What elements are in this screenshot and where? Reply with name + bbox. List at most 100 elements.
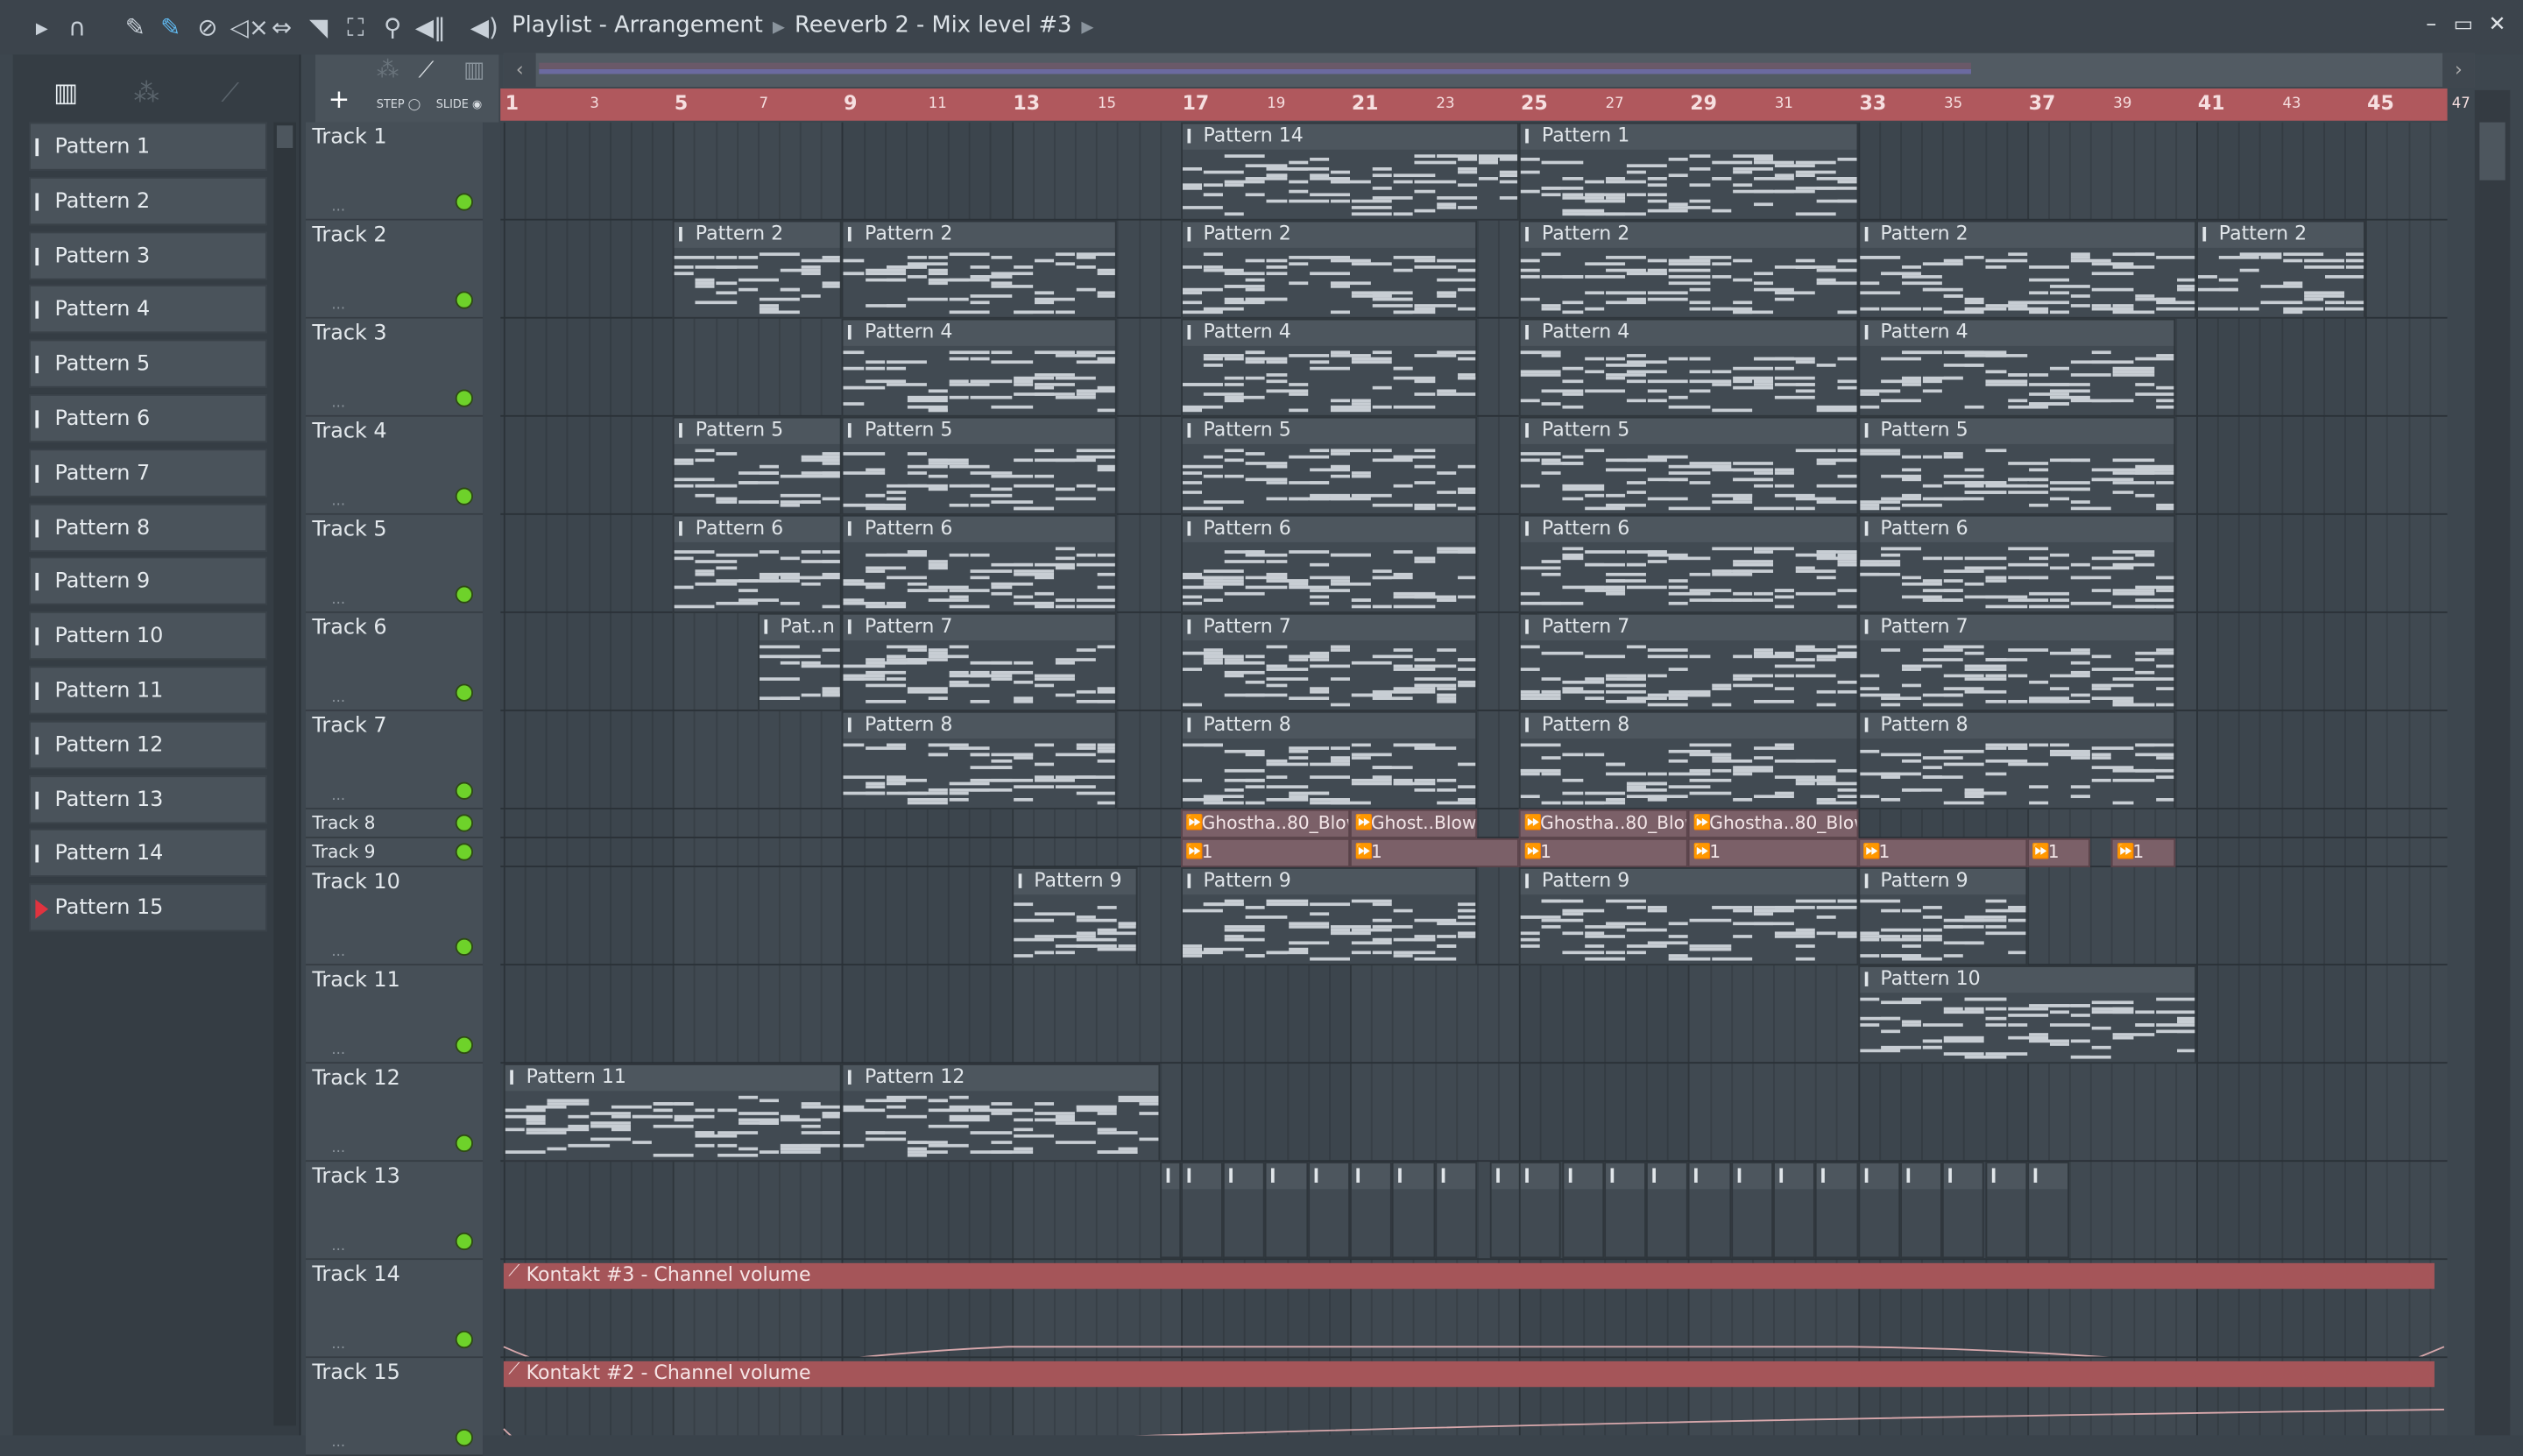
pencil-icon[interactable]: ✎ (121, 13, 150, 42)
pattern-list-item[interactable]: Pattern 5 (29, 339, 267, 388)
pattern-clip[interactable]: Pattern 4 (842, 318, 1118, 417)
track-options-icon[interactable]: ... (331, 592, 345, 608)
automation-curve[interactable] (500, 1289, 2447, 1357)
pattern-clip[interactable]: Pattern 6 (1519, 514, 1858, 613)
mini-pattern-clip[interactable] (1180, 1162, 1224, 1259)
pattern-clip[interactable]: Pattern 8 (1180, 710, 1477, 809)
pattern-list-item[interactable]: Pattern 2 (29, 176, 267, 225)
mini-pattern-clip[interactable] (1942, 1162, 1985, 1259)
track-enable-led[interactable] (455, 389, 473, 407)
track-options-icon[interactable]: ... (331, 1435, 345, 1451)
delete-icon[interactable]: ⊘ (193, 13, 222, 42)
pattern-clip[interactable]: Pattern 9 (1519, 866, 1858, 966)
scroll-left-icon[interactable]: ‹ (503, 53, 536, 88)
pattern-list-item[interactable]: Pattern 12 (29, 720, 267, 769)
mini-pattern-clip[interactable] (1857, 1162, 1900, 1259)
pattern-clip[interactable]: Pattern 5 (842, 416, 1118, 515)
mini-pattern-clip[interactable] (1519, 1162, 1562, 1259)
audio-clip[interactable]: ⏩ 1 (1688, 838, 1858, 867)
select-icon[interactable]: ⛶ (341, 13, 370, 42)
track-header[interactable]: Track 2... (305, 220, 484, 319)
automation-clip[interactable]: ⟋ Kontakt #3 - Channel volume (503, 1262, 2435, 1290)
pattern-clip[interactable]: Pattern 9 (1011, 866, 1139, 966)
zoom-icon[interactable]: ⚲ (378, 13, 407, 42)
track-enable-led[interactable] (455, 843, 473, 861)
audio-clip[interactable]: ⏩ Ghostha..80_Blow (1519, 809, 1689, 838)
audio-clip[interactable]: ⏩ 1 (1857, 838, 2027, 867)
track-header[interactable]: Track 9 (305, 838, 484, 867)
step-toggle[interactable]: STEP ◯ (377, 98, 420, 111)
mute-icon[interactable]: ◁× (230, 13, 269, 42)
pattern-clip[interactable]: Pattern 12 (842, 1064, 1160, 1163)
pattern-list-scrollbar[interactable] (273, 122, 296, 1426)
scroll-thumb[interactable] (2479, 122, 2505, 180)
audio-clip[interactable]: ⏩ Ghostha..80_Blow (1688, 809, 1858, 838)
audio-clip[interactable]: ⏩ Ghostha..80_Blow (1180, 809, 1350, 838)
mini-pattern-clip[interactable] (1773, 1162, 1816, 1259)
playback-icon[interactable]: ◀‖ (415, 13, 446, 42)
pattern-clip[interactable]: Pattern 4 (1180, 318, 1477, 417)
breadcrumb-arrow-icon[interactable]: ▶ (1081, 19, 1093, 37)
pattern-clip[interactable]: Pattern 5 (673, 416, 843, 515)
track-enable-led[interactable] (455, 937, 473, 956)
track-enable-led[interactable] (455, 1232, 473, 1251)
pattern-clip[interactable]: Pattern 6 (673, 514, 843, 613)
mini-pattern-clip[interactable] (1265, 1162, 1308, 1259)
pattern-clip[interactable]: Pattern 5 (1519, 416, 1858, 515)
audio-wave-icon[interactable]: ⁂ (123, 77, 171, 112)
mini-pattern-clip[interactable] (1434, 1162, 1477, 1259)
track-header[interactable]: Track 15... (305, 1358, 484, 1456)
pattern-list-item[interactable]: Pattern 14 (29, 829, 267, 878)
speaker-icon[interactable]: ◀) (470, 13, 498, 42)
mini-pattern-clip[interactable] (1159, 1162, 1181, 1259)
pattern-list-item[interactable]: Pattern 1 (29, 122, 267, 171)
playlist-grid[interactable]: Pattern 14 Pattern 1 Pattern 2 Pattern 2 Pat… (500, 122, 2448, 1436)
automation-filter-icon[interactable]: ⟋ (419, 58, 435, 83)
track-enable-led[interactable] (455, 814, 473, 832)
track-header[interactable]: Track 4... (305, 416, 484, 515)
pattern-clip[interactable]: Pattern 2 (1857, 220, 2197, 319)
track-options-icon[interactable]: ... (331, 396, 345, 412)
track-header[interactable]: Track 14... (305, 1260, 484, 1359)
track-options-icon[interactable]: ... (331, 788, 345, 804)
pattern-clip[interactable]: Pattern 2 (673, 220, 843, 319)
maximize-button[interactable]: ▭ (2450, 13, 2476, 39)
mini-pattern-clip[interactable] (1646, 1162, 1689, 1259)
track-options-icon[interactable]: ... (331, 1239, 345, 1255)
audio-clip[interactable]: ⏩ 1 (2111, 838, 2175, 867)
pattern-clip[interactable]: Pattern 8 (1519, 710, 1858, 809)
pattern-clip[interactable]: Pat..n 7 (757, 612, 843, 711)
pattern-list-item[interactable]: Pattern 13 (29, 774, 267, 823)
track-header[interactable]: Track 1... (305, 122, 484, 221)
piano-icon[interactable]: ▥ (42, 77, 90, 112)
paint-brush-icon[interactable]: ✎ (156, 13, 185, 42)
minimize-button[interactable]: – (2419, 13, 2444, 39)
track-header[interactable]: Track 8 (305, 809, 484, 838)
audio-filter-icon[interactable]: ⁂ (377, 58, 399, 83)
overview-scrollbar[interactable]: ‹ › (503, 53, 2475, 88)
pattern-list-item[interactable]: Pattern 6 (29, 393, 267, 443)
pattern-clip[interactable]: Pattern 5 (1857, 416, 2175, 515)
mini-pattern-clip[interactable] (1688, 1162, 1731, 1259)
pattern-list-item[interactable]: Pattern 8 (29, 503, 267, 552)
scroll-thumb[interactable] (276, 125, 293, 148)
timeline-ruler[interactable]: 1 3 5 7 9 11 13 15 17 19 21 23 25 27 29 31 33 35 37 39 41 43 4… (500, 88, 2470, 121)
track-header[interactable]: Track 7... (305, 710, 484, 809)
track-options-icon[interactable]: ... (331, 200, 345, 216)
mini-pattern-clip[interactable] (1815, 1162, 1858, 1259)
mini-pattern-clip[interactable] (2026, 1162, 2070, 1259)
track-enable-led[interactable] (455, 781, 473, 800)
automation-clip[interactable]: ⟋ Kontakt #2 - Channel volume (503, 1361, 2435, 1388)
pattern-clip[interactable]: Pattern 7 (1180, 612, 1477, 711)
pattern-clip[interactable]: Pattern 2 (842, 220, 1118, 319)
slip-icon[interactable]: ⇔ (267, 13, 296, 42)
mini-pattern-clip[interactable] (1307, 1162, 1350, 1259)
track-header[interactable]: Track 5... (305, 514, 484, 613)
magnet-icon[interactable]: ∩ (63, 13, 92, 42)
pattern-clip[interactable]: Pattern 11 (503, 1064, 843, 1163)
play-arrow-icon[interactable]: ▸ (27, 13, 56, 42)
pattern-clip[interactable]: Pattern 1 (1519, 122, 1858, 221)
pattern-clip[interactable]: Pattern 9 (1180, 866, 1477, 966)
slide-toggle[interactable]: SLIDE ◉ (436, 98, 482, 111)
track-options-icon[interactable]: ... (331, 944, 345, 960)
